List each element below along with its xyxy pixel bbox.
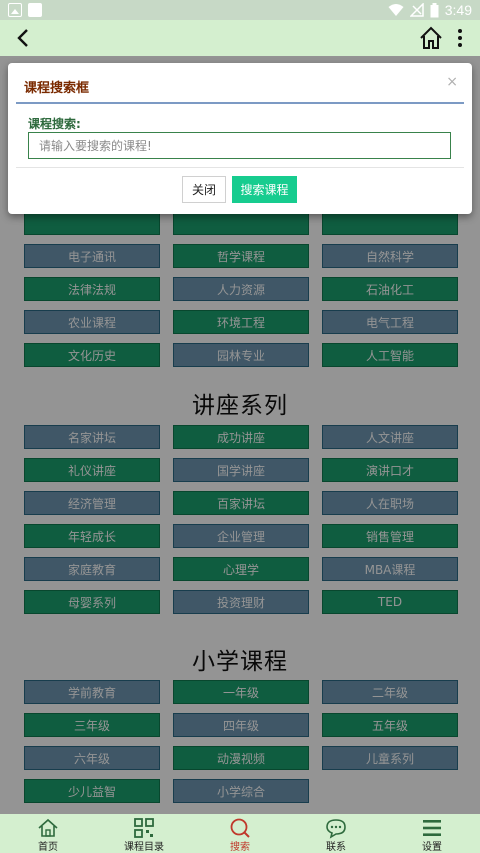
top-nav-bar: [0, 20, 480, 56]
status-left: [8, 3, 42, 17]
app-notification-icon: [28, 3, 42, 17]
tab-settings[interactable]: 设置: [384, 814, 480, 853]
battery-icon: [430, 2, 439, 17]
home-icon: [38, 818, 58, 837]
course-search-input[interactable]: [28, 132, 451, 159]
close-icon[interactable]: ×: [446, 74, 458, 90]
tab-home-label: 首页: [38, 842, 58, 853]
gallery-notification-icon: [8, 3, 22, 17]
status-time: 3:49: [444, 2, 472, 18]
back-arrow-icon[interactable]: [12, 26, 36, 50]
status-right: 3:49: [388, 2, 472, 18]
qr-grid-icon: [134, 818, 154, 838]
tab-home[interactable]: 首页: [0, 814, 96, 853]
tab-catalog[interactable]: 课程目录: [96, 814, 192, 853]
tab-catalog-label: 课程目录: [124, 842, 164, 853]
signal-off-icon: [409, 3, 424, 17]
tab-search[interactable]: 搜索: [192, 814, 288, 853]
wifi-icon: [388, 4, 404, 16]
search-icon: [230, 818, 250, 838]
close-button[interactable]: 关闭: [182, 176, 226, 203]
modal-header-divider: [16, 102, 464, 104]
tab-contact[interactable]: 联系: [288, 814, 384, 853]
search-course-button[interactable]: 搜索课程: [232, 176, 297, 203]
home-icon[interactable]: [418, 25, 444, 51]
tab-contact-label: 联系: [326, 842, 346, 853]
search-modal: 课程搜索框 × 课程搜索: 关闭 搜索课程: [8, 63, 472, 214]
more-vertical-icon[interactable]: [448, 26, 472, 50]
modal-title: 课程搜索框: [24, 81, 90, 96]
menu-icon: [423, 820, 441, 836]
modal-footer-divider: [16, 167, 464, 168]
chat-bubble-icon: [326, 819, 346, 839]
tab-search-label: 搜索: [230, 842, 250, 853]
status-bar: 3:49: [0, 0, 480, 20]
tab-settings-label: 设置: [422, 842, 442, 853]
search-field-label: 课程搜索:: [28, 117, 81, 131]
bottom-tab-bar: 首页 课程目录 搜索 联系 设置: [0, 814, 480, 853]
